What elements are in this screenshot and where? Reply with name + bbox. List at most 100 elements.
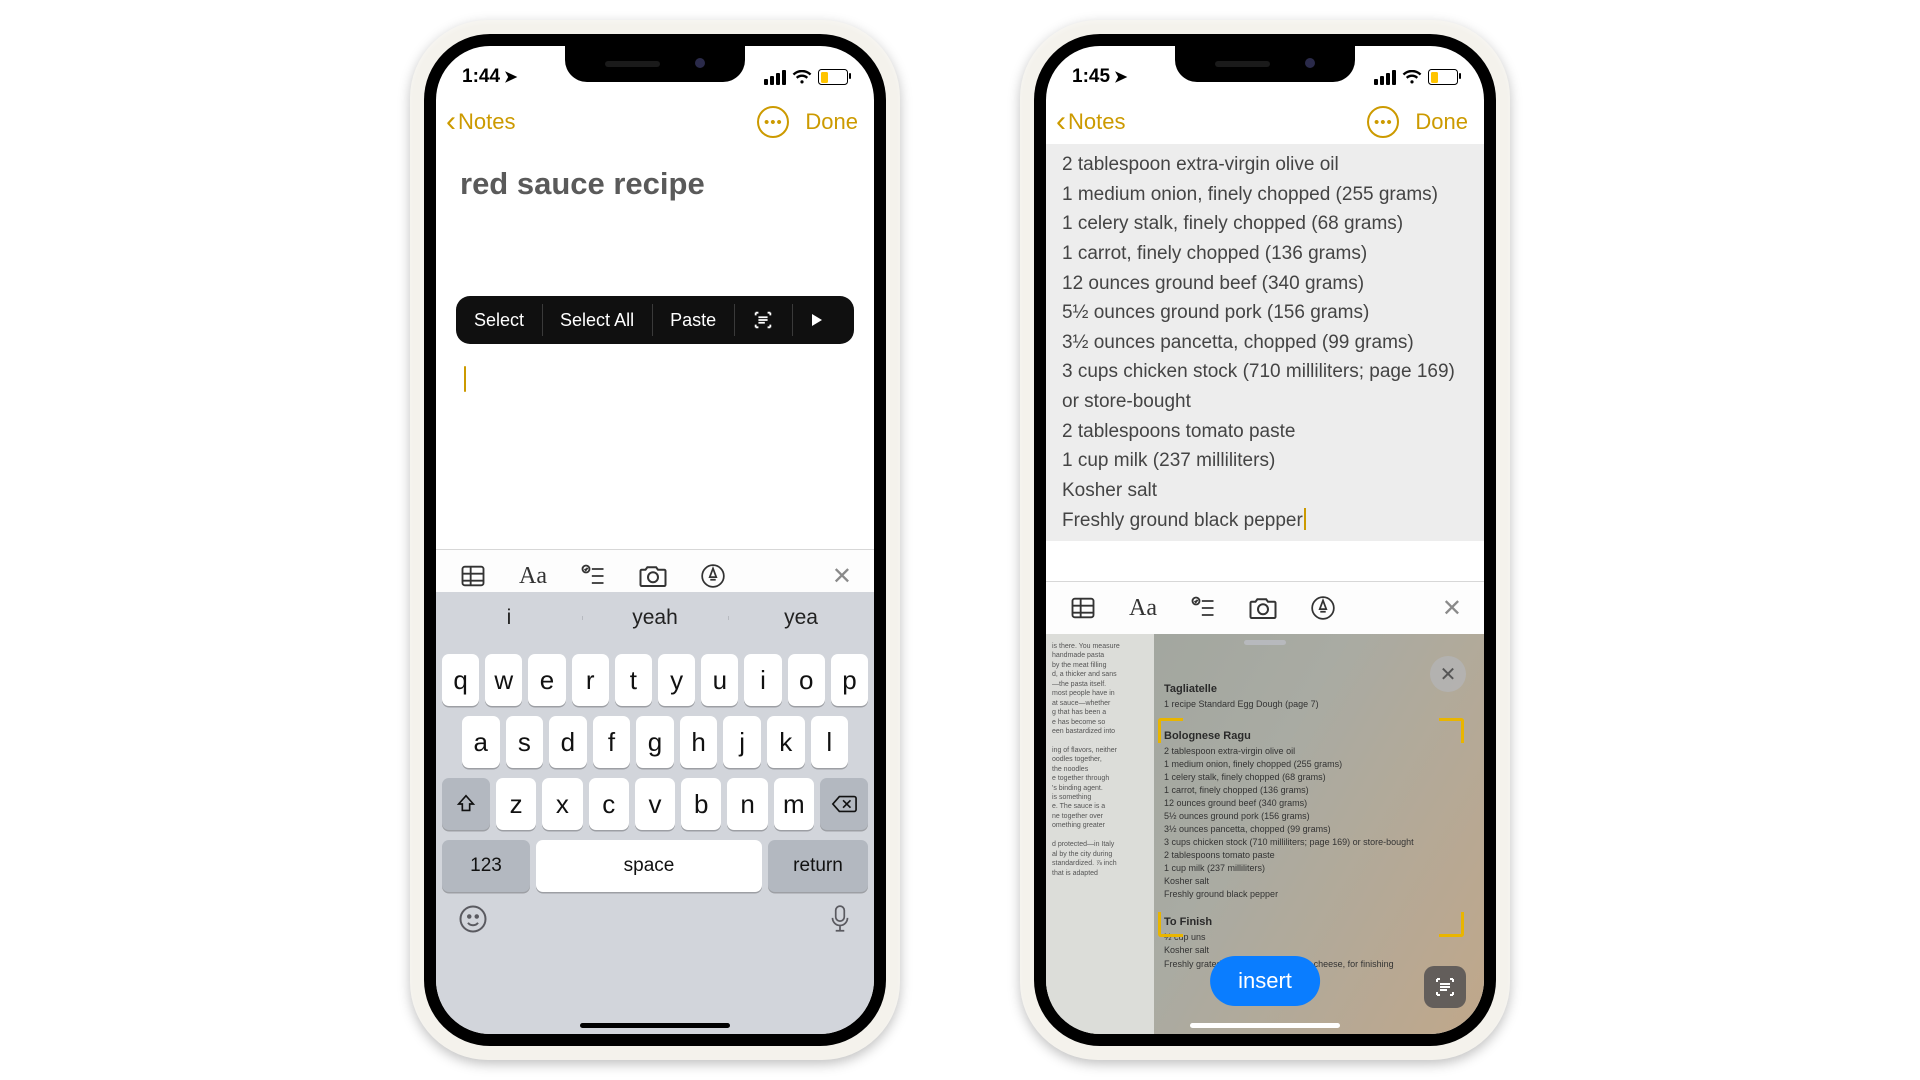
ingredient-line: 12 ounces ground beef (340 grams) (1062, 269, 1468, 299)
dismiss-toolbar-icon[interactable]: ✕ (832, 562, 852, 591)
back-label: Notes (1068, 109, 1125, 135)
menu-paste[interactable]: Paste (652, 296, 734, 344)
key-m[interactable]: m (774, 778, 814, 830)
key-c[interactable]: c (589, 778, 629, 830)
scanned-line: ½ cup uns (1164, 931, 1460, 944)
checklist-icon[interactable] (1188, 593, 1218, 623)
wifi-icon (1402, 70, 1422, 85)
key-g[interactable]: g (636, 716, 674, 768)
back-label: Notes (458, 109, 515, 135)
ingredient-line: Kosher salt (1062, 476, 1468, 506)
table-icon[interactable] (1068, 593, 1098, 623)
back-button[interactable]: ‹ Notes (1056, 107, 1125, 137)
nav-bar: ‹ Notes ••• Done (1046, 100, 1484, 148)
crop-corner-icon (1158, 912, 1183, 937)
numbers-key[interactable]: 123 (442, 840, 530, 892)
scanned-line: 2 tablespoon extra-virgin olive oil (1164, 745, 1460, 758)
cellular-signal-icon (1374, 70, 1396, 85)
key-o[interactable]: o (788, 654, 825, 706)
markup-icon[interactable] (698, 561, 728, 591)
done-button[interactable]: Done (1415, 109, 1468, 135)
home-indicator[interactable] (580, 1023, 730, 1028)
note-body[interactable]: 2 tablespoon extra-virgin olive oil1 med… (1046, 144, 1484, 541)
key-i[interactable]: i (744, 654, 781, 706)
dismiss-toolbar-icon[interactable]: ✕ (1442, 594, 1462, 623)
keyboard-suggestion-bar: i yeah yea (436, 592, 874, 644)
key-r[interactable]: r (572, 654, 609, 706)
text-format-icon[interactable]: Aa (1128, 593, 1158, 623)
camera-icon[interactable] (1248, 593, 1278, 623)
tagliatelle-heading: Tagliatelle (1164, 682, 1460, 698)
key-v[interactable]: v (635, 778, 675, 830)
table-icon[interactable] (458, 561, 488, 591)
markup-icon[interactable] (1308, 593, 1338, 623)
key-h[interactable]: h (680, 716, 718, 768)
suggestion-1[interactable]: i (436, 606, 582, 630)
checklist-icon[interactable] (578, 561, 608, 591)
location-icon: ➤ (1114, 67, 1127, 87)
key-s[interactable]: s (506, 716, 544, 768)
ingredient-line: 3½ ounces pancetta, chopped (99 grams) (1062, 328, 1468, 358)
ingredient-line: 2 tablespoons tomato paste (1062, 417, 1468, 447)
sheet-grabber[interactable] (1244, 640, 1286, 645)
return-key[interactable]: return (768, 840, 868, 892)
backspace-key[interactable] (820, 778, 868, 830)
scanned-line: 3½ ounces pancetta, chopped (99 grams) (1164, 823, 1460, 836)
emoji-key-icon[interactable] (458, 904, 488, 934)
key-p[interactable]: p (831, 654, 868, 706)
key-t[interactable]: t (615, 654, 652, 706)
key-x[interactable]: x (542, 778, 582, 830)
ingredient-line: 1 carrot, finely chopped (136 grams) (1062, 239, 1468, 269)
text-cursor (464, 366, 466, 392)
key-l[interactable]: l (811, 716, 849, 768)
suggestion-2[interactable]: yeah (582, 606, 728, 630)
ingredient-line: 5½ ounces ground pork (156 grams) (1062, 298, 1468, 328)
key-j[interactable]: j (723, 716, 761, 768)
key-n[interactable]: n (727, 778, 767, 830)
ingredient-line: 1 medium onion, finely chopped (255 gram… (1062, 180, 1468, 210)
key-w[interactable]: w (485, 654, 522, 706)
key-q[interactable]: q (442, 654, 479, 706)
camera-icon[interactable] (638, 561, 668, 591)
suggestion-3[interactable]: yea (728, 606, 874, 630)
scanned-line: 1 medium onion, finely chopped (255 gram… (1164, 758, 1460, 771)
iphone-right: 1:45 ➤ ‹ Notes ••• Done (1020, 20, 1510, 1060)
status-time: 1:44 (462, 66, 500, 88)
cellular-signal-icon (764, 70, 786, 85)
menu-scan-text-icon[interactable] (734, 296, 792, 344)
iphone-left: 1:44 ➤ ‹ Notes ••• (410, 20, 900, 1060)
menu-select-all[interactable]: Select All (542, 296, 652, 344)
notch (1175, 46, 1355, 82)
dictation-key-icon[interactable] (828, 904, 852, 934)
menu-next-arrow-icon[interactable] (792, 296, 842, 344)
note-format-toolbar: Aa ✕ (1046, 581, 1484, 634)
key-u[interactable]: u (701, 654, 738, 706)
more-options-button[interactable]: ••• (757, 106, 789, 138)
more-options-button[interactable]: ••• (1367, 106, 1399, 138)
status-time: 1:45 (1072, 66, 1110, 88)
scanned-line: Kosher salt (1164, 875, 1460, 888)
scanned-line: 1 celery stalk, finely chopped (68 grams… (1164, 771, 1460, 784)
text-format-icon[interactable]: Aa (518, 561, 548, 591)
key-b[interactable]: b (681, 778, 721, 830)
key-k[interactable]: k (767, 716, 805, 768)
key-d[interactable]: d (549, 716, 587, 768)
crop-corner-icon (1439, 718, 1464, 743)
done-button[interactable]: Done (805, 109, 858, 135)
scanned-recipe-text: Tagliatelle 1 recipe Standard Egg Dough … (1164, 674, 1460, 971)
shift-key[interactable] (442, 778, 490, 830)
menu-select[interactable]: Select (456, 296, 542, 344)
key-y[interactable]: y (658, 654, 695, 706)
space-key[interactable]: space (536, 840, 762, 892)
key-e[interactable]: e (528, 654, 565, 706)
key-f[interactable]: f (593, 716, 631, 768)
live-text-toggle-icon[interactable] (1424, 966, 1466, 1008)
back-button[interactable]: ‹ Notes (446, 107, 515, 137)
insert-button[interactable]: insert (1210, 956, 1320, 1006)
scanned-line: 1 carrot, finely chopped (136 grams) (1164, 784, 1460, 797)
scanned-line: Freshly ground black pepper (1164, 888, 1460, 901)
home-indicator[interactable] (1190, 1023, 1340, 1028)
key-z[interactable]: z (496, 778, 536, 830)
note-title[interactable]: red sauce recipe (436, 148, 874, 202)
key-a[interactable]: a (462, 716, 500, 768)
